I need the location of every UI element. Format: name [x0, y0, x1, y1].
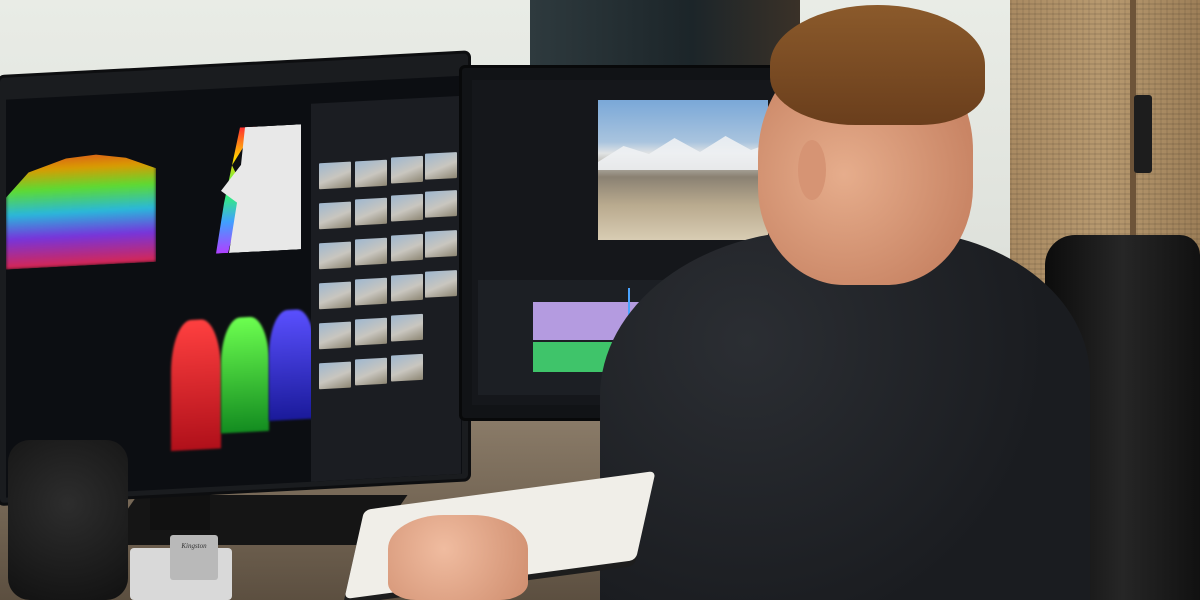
left-monitor	[0, 53, 468, 504]
media-thumbnail	[319, 161, 351, 190]
person-shirt	[600, 230, 1090, 600]
media-thumbnail	[355, 317, 387, 346]
media-thumbnail	[425, 190, 457, 218]
media-thumbnail	[425, 152, 457, 180]
media-thumbnail	[391, 353, 423, 382]
media-thumbnail	[319, 241, 351, 270]
media-thumbnail	[355, 237, 387, 266]
media-thumbnail	[355, 277, 387, 306]
media-thumbnail	[355, 357, 387, 386]
hand-on-keyboard	[388, 515, 528, 600]
media-thumbnail	[319, 201, 351, 230]
vectorscope	[221, 124, 301, 253]
media-bin-panel	[311, 95, 461, 482]
left-monitor-stand	[150, 490, 210, 530]
media-thumbnail	[425, 230, 457, 258]
media-thumbnail	[391, 313, 423, 342]
rgb-parade-red	[171, 318, 221, 452]
media-thumbnail	[355, 197, 387, 226]
desktop-speaker	[8, 440, 128, 600]
media-thumbnail	[391, 273, 423, 302]
rgb-parade-blue	[269, 308, 315, 421]
cabinet-handle	[1134, 95, 1152, 173]
media-thumbnail	[319, 321, 351, 350]
photo-scene: Kingston	[0, 0, 1200, 600]
program-monitor-frame	[598, 100, 768, 240]
media-thumbnail	[355, 159, 387, 188]
rgb-parade-green	[221, 315, 269, 434]
media-thumbnail	[391, 193, 423, 222]
waveform-scope	[6, 142, 156, 270]
media-thumbnail	[319, 281, 351, 310]
media-thumbnail	[391, 155, 423, 184]
media-thumbnail	[391, 233, 423, 262]
person-hair	[770, 5, 985, 125]
media-thumbnail	[425, 270, 457, 298]
left-monitor-screen	[6, 75, 462, 498]
media-thumbnail	[319, 361, 351, 390]
brand-label: Kingston	[181, 542, 207, 550]
person-ear	[798, 140, 826, 200]
